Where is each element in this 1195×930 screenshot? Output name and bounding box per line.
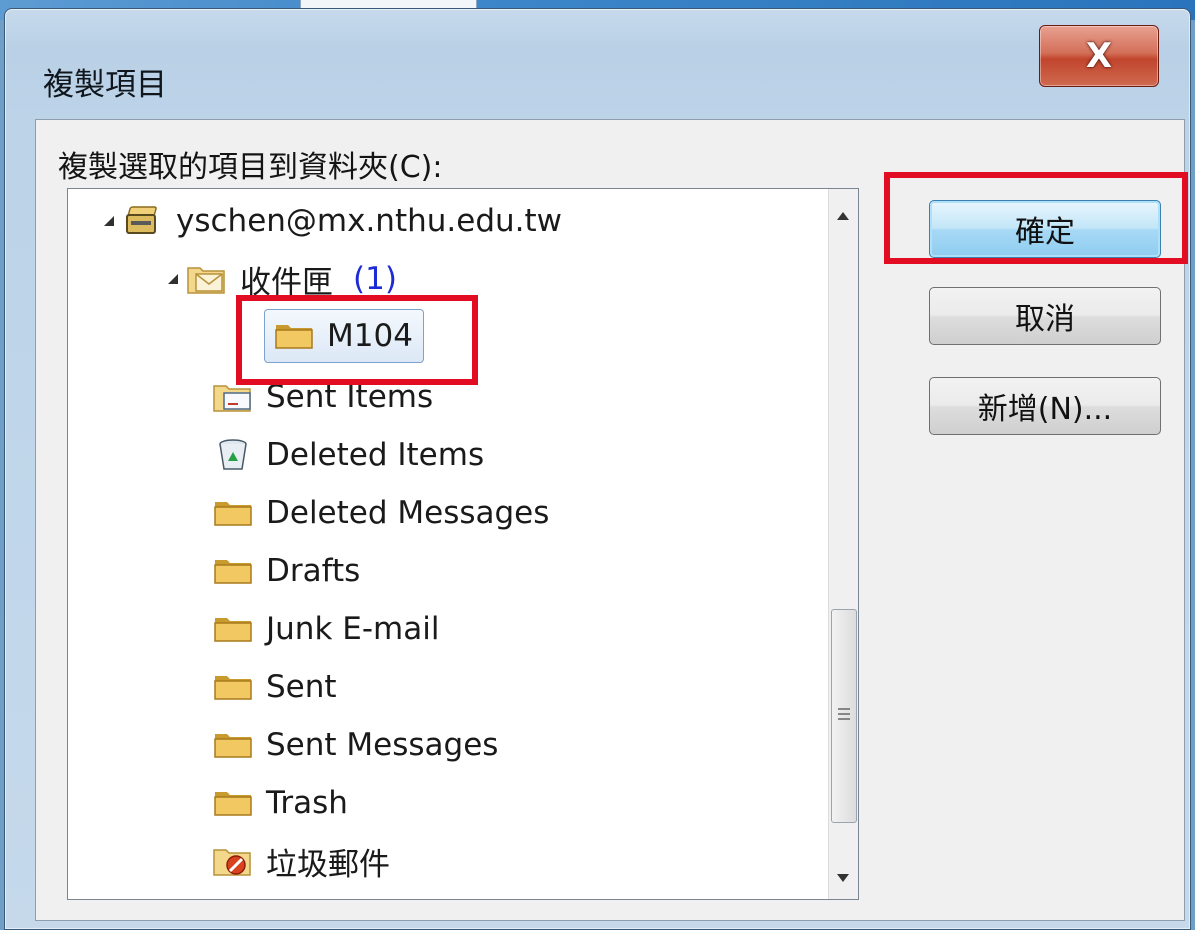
tree-item-junk-email[interactable]: Junk E-mail [212, 601, 439, 657]
folder-prompt-label: 複製選取的項目到資料夾(C): [58, 150, 443, 185]
close-button[interactable]: X [1039, 25, 1159, 87]
m104-folder-highlight [236, 295, 478, 385]
folder-icon [212, 786, 254, 820]
tree-item-label: Deleted Items [266, 437, 485, 473]
tree-item-spam[interactable]: 垃圾郵件 [212, 833, 390, 889]
tree-item-sent[interactable]: Sent [212, 659, 337, 715]
new-folder-button[interactable]: 新增(N)... [929, 377, 1161, 435]
tree-item-sent-messages[interactable]: Sent Messages [212, 717, 498, 773]
tree-item-deleted-items[interactable]: Deleted Items [212, 427, 484, 483]
cancel-button[interactable]: 取消 [929, 287, 1161, 345]
tree-item-label: Trash [266, 785, 348, 821]
sent-items-icon [212, 380, 254, 414]
tree-item-account[interactable]: yschen@mx.nthu.edu.tw [96, 193, 562, 249]
tree-item-label: Sent [266, 669, 337, 705]
folder-icon [212, 496, 254, 530]
scrollbar-thumb[interactable] [831, 609, 857, 823]
folder-icon [212, 612, 254, 646]
tree-scrollbar[interactable] [828, 189, 858, 899]
copy-items-dialog: 複製項目 X 複製選取的項目到資料夾(C): yschen@mx.nthu.ed… [4, 8, 1191, 930]
ok-button-highlight [884, 172, 1188, 264]
tree-item-drafts[interactable]: Drafts [212, 543, 360, 599]
scroll-up-arrow-icon[interactable] [835, 207, 851, 226]
expand-triangle-icon[interactable] [96, 214, 122, 228]
folder-icon [212, 670, 254, 704]
tree-item-trash[interactable]: Trash [212, 775, 348, 831]
recycle-bin-icon [212, 438, 254, 472]
dialog-title: 複製項目 [43, 67, 167, 103]
tree-item-label: Junk E-mail [266, 611, 440, 647]
tree-item-label: 垃圾郵件 [266, 846, 390, 883]
close-icon: X [1085, 36, 1113, 76]
tree-item-deleted-messages[interactable]: Deleted Messages [212, 485, 549, 541]
inbox-icon [186, 262, 228, 296]
folder-icon [212, 554, 254, 588]
folder-icon [212, 728, 254, 762]
tree-item-label: Sent Messages [266, 727, 499, 763]
mailbox-icon [122, 204, 164, 238]
expand-triangle-icon[interactable] [160, 272, 186, 286]
tree-item-label: yschen@mx.nthu.edu.tw [176, 203, 563, 239]
tree-item-label: Drafts [266, 553, 361, 589]
unread-count: (1) [353, 261, 397, 297]
junk-folder-icon [212, 844, 254, 878]
scroll-down-arrow-icon[interactable] [835, 869, 851, 888]
tree-item-label: Deleted Messages [266, 495, 550, 531]
